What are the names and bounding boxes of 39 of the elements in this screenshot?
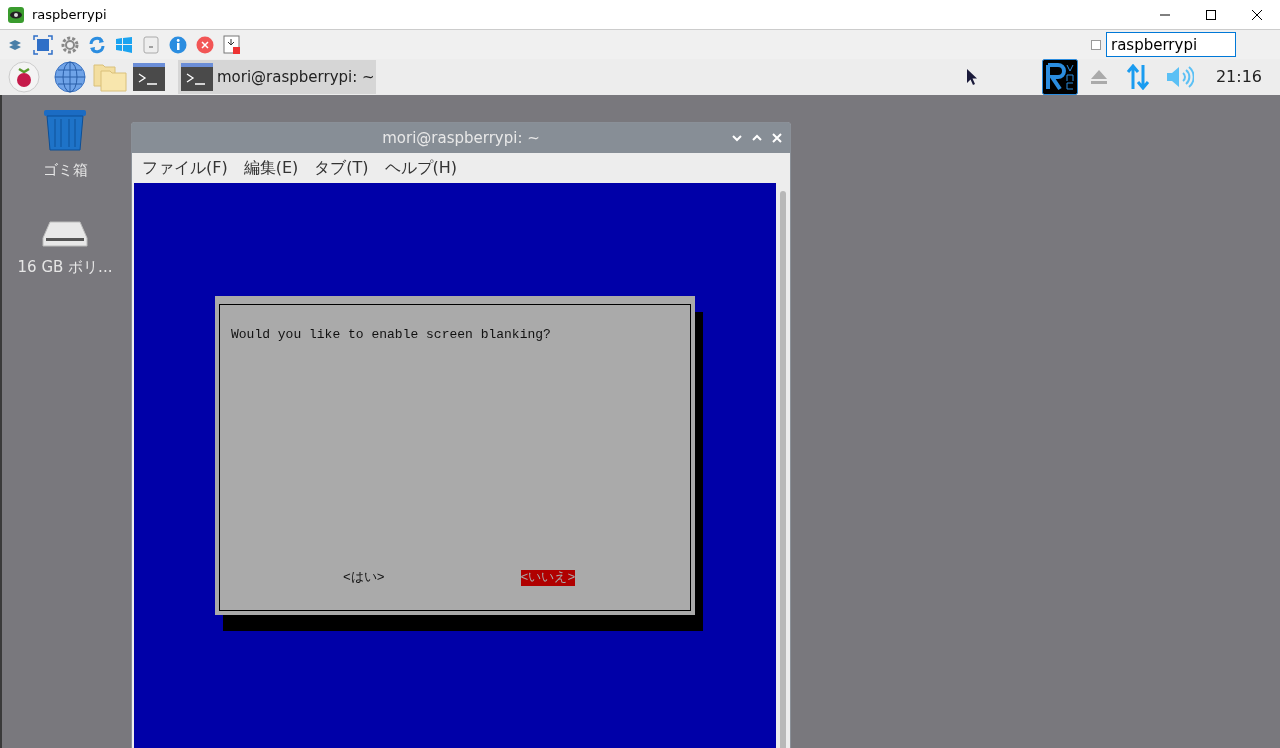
close-icon: [1252, 9, 1262, 20]
menu-item[interactable]: ヘルプ(H): [384, 156, 458, 180]
vnc-icon[interactable]: [1041, 59, 1078, 95]
task-button[interactable]: mori@raspberrypi: ~: [178, 60, 376, 94]
dialog-option[interactable]: <はい>: [343, 570, 385, 586]
terminal-title: mori@raspberrypi: ~: [382, 127, 540, 149]
clock[interactable]: 21:16: [1215, 65, 1262, 89]
terminal-icon: [181, 63, 213, 91]
drive-icon[interactable]: [42, 219, 88, 248]
chevron-up-icon[interactable]: [752, 133, 762, 143]
windows-icon[interactable]: [114, 34, 134, 55]
speaker-icon[interactable]: [1165, 66, 1194, 88]
chevron-down-icon[interactable]: [732, 133, 742, 143]
menu-item[interactable]: ファイル(F): [142, 156, 228, 180]
key-icon[interactable]: [141, 34, 161, 55]
network-arrows-icon[interactable]: [1125, 64, 1150, 90]
checkbox[interactable]: [1091, 39, 1101, 50]
close-icon[interactable]: [772, 133, 782, 143]
eye-icon: [8, 6, 24, 23]
trash-icon[interactable]: [43, 109, 87, 151]
eject-icon[interactable]: [1089, 69, 1108, 85]
window-title: raspberrypi: [32, 5, 107, 24]
fullscreen-icon[interactable]: [33, 34, 53, 55]
maximize-icon: [1206, 9, 1216, 20]
desktop-icon-label: 16 GB ボリ...: [17, 256, 113, 278]
menu-item[interactable]: 編集(E): [243, 156, 299, 180]
disconnect-icon[interactable]: [195, 34, 215, 55]
menu-item[interactable]: タブ(T): [314, 156, 369, 180]
info-icon[interactable]: [168, 34, 188, 55]
raspberry-menu-icon[interactable]: [8, 61, 40, 93]
pointer-icon: [965, 68, 978, 86]
dialog-message: Would you like to enable screen blanking?: [231, 326, 552, 344]
refresh-icon[interactable]: [87, 34, 107, 55]
terminal-icon[interactable]: [133, 63, 165, 91]
host-input[interactable]: raspberrypi: [1106, 32, 1236, 57]
desktop-icon-label: ゴミ箱: [42, 160, 88, 181]
settings-icon[interactable]: [60, 34, 80, 55]
globe-icon[interactable]: [54, 61, 86, 93]
window-transfer-icon[interactable]: [222, 34, 242, 55]
